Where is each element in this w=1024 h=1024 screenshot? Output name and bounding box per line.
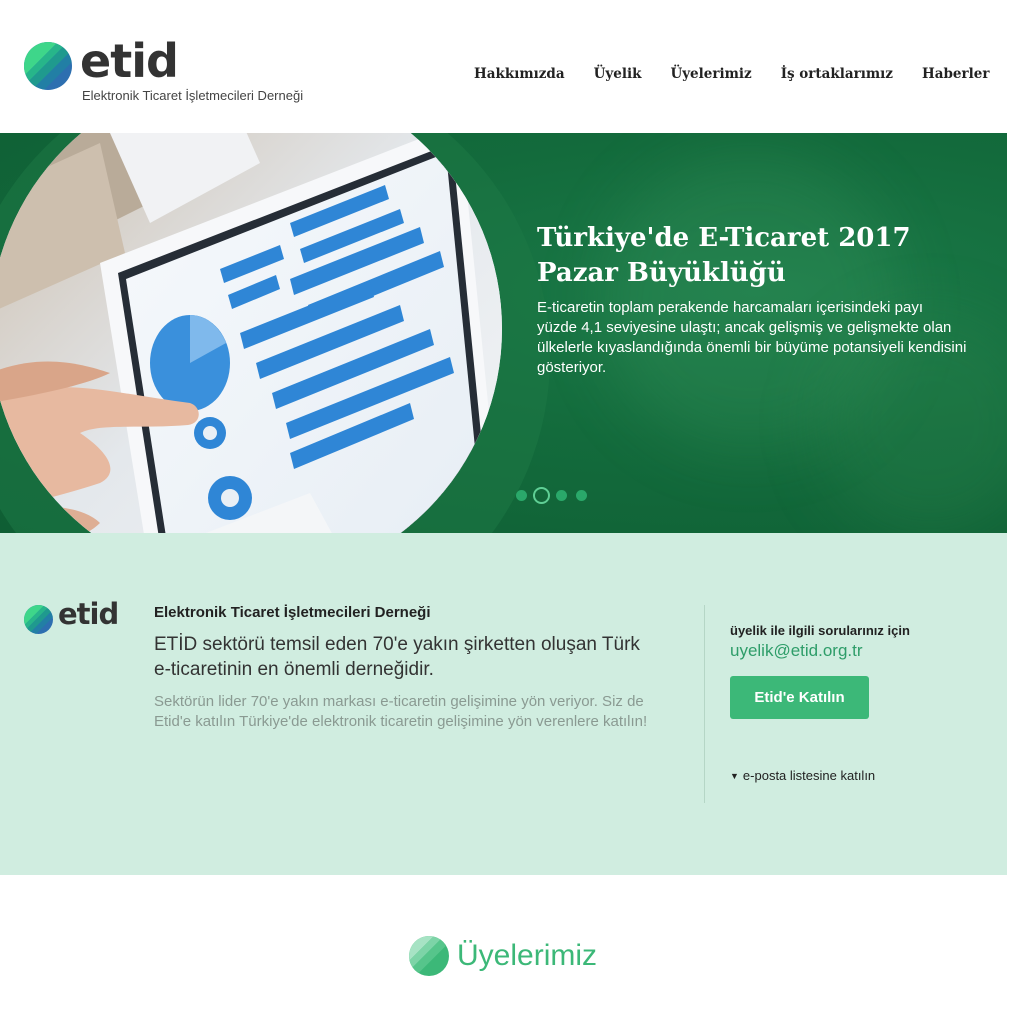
chevron-down-icon: ▼ [730, 770, 739, 781]
hero-slider[interactable]: Türkiye'de E-Ticaret 2017 Pazar Büyüklüğ… [0, 133, 1007, 533]
etid-logo-mark-icon [24, 605, 53, 634]
slider-dot[interactable] [576, 490, 587, 501]
slider-dot[interactable] [516, 490, 527, 501]
mailing-list-label: e-posta listesine katılın [742, 768, 876, 783]
logo-wordmark: etid [80, 34, 179, 88]
nav-item-uyelerimiz[interactable]: Üyelerimiz [670, 66, 751, 82]
members-title: Üyelerimiz [457, 939, 598, 972]
about-band: etid Elektronik Ticaret İşletmecileri De… [0, 533, 1007, 875]
organization-lead: ETİD sektörü temsil eden 70'e yakın şirk… [154, 634, 640, 680]
members-section: Üyelerimiz [0, 875, 1024, 1024]
slider-dot[interactable] [556, 490, 567, 501]
slider-pagination [516, 487, 596, 504]
etid-logo-mark-icon [24, 42, 72, 90]
band-logo-wordmark: etid [58, 597, 119, 631]
hero-text: E-ticaretin toplam perakende harcamaları… [537, 299, 967, 376]
logo-subtitle: Elektronik Ticaret İşletmecileri Derneği [82, 88, 304, 103]
mailing-list-link[interactable]: ▼ e-posta listesine katılın [730, 768, 875, 783]
membership-question: üyelik ile ilgili sorularınız için [730, 623, 910, 638]
etid-logo[interactable]: etid Elektronik Ticaret İşletmecileri De… [24, 34, 344, 110]
organization-description: Sektörün lider 70'e yakın markası e-tica… [154, 693, 648, 730]
membership-email-link[interactable]: uyelik@etid.org.tr [730, 641, 863, 661]
nav-item-is-ortaklarimiz[interactable]: İş ortaklarımız [781, 66, 893, 82]
vertical-divider [704, 605, 705, 803]
hero-title[interactable]: Türkiye'de E-Ticaret 2017 Pazar Büyüklüğ… [537, 221, 957, 291]
members-heading: Üyelerimiz [409, 935, 597, 977]
nav-item-haberler[interactable]: Haberler [922, 66, 989, 82]
slider-dot-active[interactable] [533, 487, 550, 504]
organization-name: Elektronik Ticaret İşletmecileri Derneği [154, 604, 431, 621]
hero-tablet-chart-image [0, 133, 502, 533]
band-etid-logo: etid [24, 597, 124, 637]
nav-item-hakkimizda[interactable]: Hakkımızda [474, 66, 565, 82]
site-header: etid Elektronik Ticaret İşletmecileri De… [0, 0, 1024, 133]
join-etid-button[interactable]: Etid'e Katılın [730, 676, 869, 719]
nav-item-uyelik[interactable]: Üyelik [594, 66, 642, 82]
main-nav: Hakkımızda Üyelik Üyelerimiz İş ortaklar… [474, 66, 1018, 82]
etid-logo-mark-icon [409, 936, 449, 976]
